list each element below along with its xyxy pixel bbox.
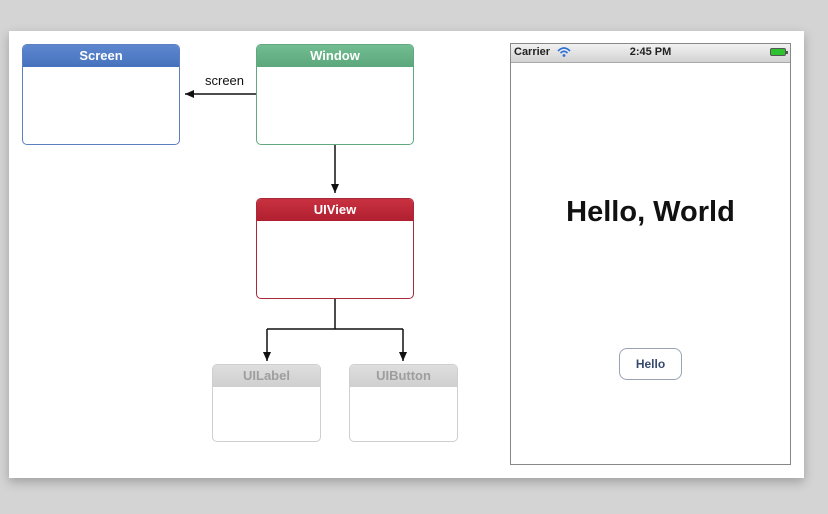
node-window-title: Window bbox=[257, 45, 413, 67]
node-uibutton-title: UIButton bbox=[350, 365, 457, 387]
hello-button[interactable]: Hello bbox=[619, 348, 682, 380]
status-time: 2:45 PM bbox=[629, 46, 672, 58]
status-bar: Carrier 2:45 PM bbox=[511, 44, 790, 63]
node-uibutton: UIButton bbox=[349, 364, 458, 442]
edge-uiview-branch bbox=[267, 299, 403, 330]
iphone-screen: Carrier 2:45 PM Hello, World Hello bbox=[510, 43, 791, 465]
edge-label-screen: screen bbox=[205, 73, 245, 88]
node-screen: Screen bbox=[22, 44, 180, 145]
battery-icon bbox=[770, 48, 788, 56]
node-uiview: UIView bbox=[256, 198, 414, 299]
hello-world-label: Hello, World bbox=[566, 196, 735, 228]
node-window: Window bbox=[256, 44, 414, 145]
slide: screen Screen Window UIView UILabel UIBu… bbox=[9, 31, 804, 478]
node-uilabel: UILabel bbox=[212, 364, 321, 442]
node-uiview-title: UIView bbox=[257, 199, 413, 221]
node-screen-title: Screen bbox=[23, 45, 179, 67]
node-uilabel-title: UILabel bbox=[213, 365, 320, 387]
